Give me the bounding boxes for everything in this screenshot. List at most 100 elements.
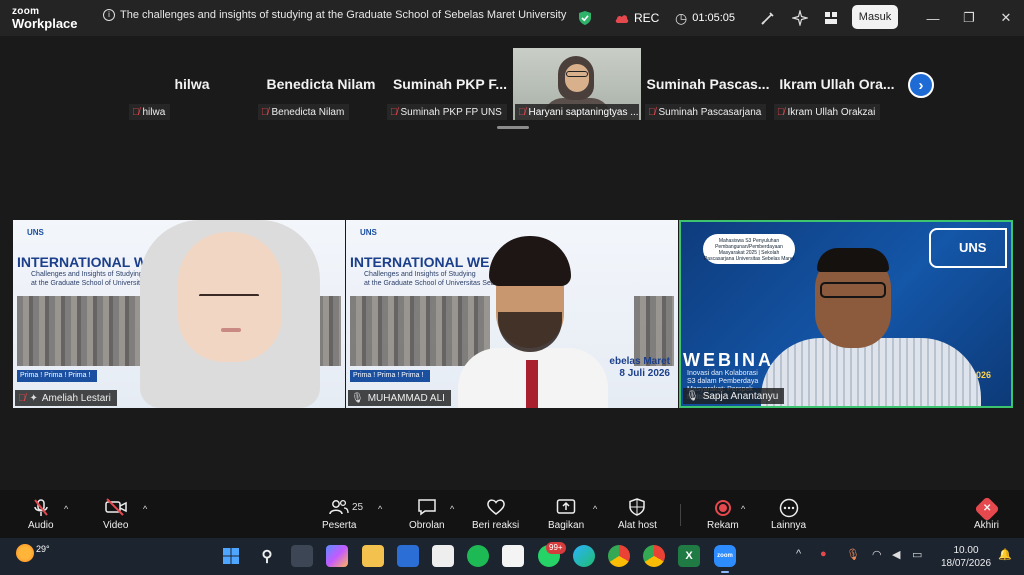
participant-tile[interactable]: Suminah Pascas... 🎙̸ Suminah Pascasarjana (643, 48, 773, 120)
recording-indicator[interactable]: REC (614, 0, 659, 36)
mic-tray-icon[interactable]: 🎙 (846, 548, 860, 561)
info-icon[interactable]: i (103, 9, 115, 21)
encryption-shield-icon[interactable] (578, 0, 592, 36)
copilot-icon[interactable] (326, 545, 348, 567)
start-icon[interactable] (220, 545, 242, 567)
video-tile[interactable]: UNS INTERNATIONAL WE Challenges and Insi… (346, 220, 678, 408)
audio-options-chevron-icon[interactable]: ^ (64, 504, 68, 514)
video-options-chevron-icon[interactable]: ^ (143, 504, 147, 514)
chrome-profile-icon[interactable] (643, 545, 665, 567)
rec-label: REC (634, 11, 660, 25)
mic-muted-icon: 🎙̸ (390, 106, 398, 118)
participant-tile[interactable]: Ikram Ullah Ora... 🎙̸ Ikram Ullah Orakzai (772, 48, 902, 120)
sparkle-ai-icon[interactable] (792, 0, 808, 36)
pin-icon: ✦ (29, 392, 38, 404)
share-screen-icon (556, 498, 576, 520)
participant-tile[interactable]: Suminah PKP F... 🎙̸ Suminah PKP FP UNS (385, 48, 515, 120)
video-tile-active-speaker[interactable]: Mahasiswa S3 Penyuluhan Pembangunan/Pemb… (679, 220, 1013, 408)
slide-photo (350, 296, 490, 366)
excel-icon[interactable]: X (678, 545, 700, 567)
file-explorer-icon[interactable] (362, 545, 384, 567)
tray-overflow-chevron-icon[interactable]: ^ (796, 548, 801, 560)
tray-app-icon[interactable]: ● (820, 548, 827, 560)
edge-icon[interactable] (573, 545, 595, 567)
minimize-icon[interactable]: — (915, 0, 951, 36)
weather-widget[interactable]: 29° (16, 544, 50, 562)
chrome-icon[interactable] (608, 545, 630, 567)
host-tools-label: Alat host (618, 520, 657, 531)
notepad-icon[interactable] (432, 545, 454, 567)
camera-off-icon (104, 498, 127, 520)
slide-subtitle-line1: Challenges and Insights of Studying (364, 271, 476, 278)
notification-badge: 99+ (546, 542, 566, 554)
uns-logo: UNS (27, 228, 44, 237)
slide-title: WEBINA (683, 350, 774, 370)
participant-tag: 🎙̸ Ikram Ullah Orakzai (774, 104, 881, 120)
annotate-icon[interactable] (760, 0, 776, 36)
clock-icon: ◷ (675, 9, 688, 26)
share-button[interactable]: Bagikan (548, 498, 584, 534)
participants-options-chevron-icon[interactable]: ^ (378, 504, 382, 514)
restore-icon[interactable]: ❐ (951, 0, 987, 36)
slide-subtitle: Challenges and Insights of Studying at th… (364, 270, 499, 288)
video-name-label: 🎙 MUHAMMAD ALI (348, 390, 451, 406)
video-tile[interactable]: UNS INTERNATIONAL WE Challenges and Insi… (13, 220, 345, 408)
share-label: Bagikan (548, 520, 585, 531)
people-icon (329, 498, 349, 520)
participant-tile[interactable]: hilwa 🎙̸ hilwa (127, 48, 257, 120)
share-options-chevron-icon[interactable]: ^ (593, 504, 597, 514)
record-icon (714, 498, 731, 520)
cloud-record-icon (615, 15, 629, 23)
participant-video[interactable]: 🎙̸ Haryani saptaningtyas ... (513, 48, 641, 120)
end-meeting-button[interactable]: ✕ Akhiri (973, 496, 1000, 534)
participant-tag-label: Suminah PKP FP UNS (400, 106, 502, 118)
participant-tile[interactable]: Benedicta Nilam 🎙̸ Benedicta Nilam (256, 48, 386, 120)
store-icon[interactable] (502, 545, 524, 567)
participant-name: hilwa (174, 76, 210, 92)
participant-tag-label: Haryani saptaningtyas ... (528, 106, 639, 118)
participant-tag-label: Ikram Ullah Orakzai (787, 106, 876, 118)
shield-icon (629, 498, 646, 520)
chat-options-chevron-icon[interactable]: ^ (450, 504, 454, 514)
audio-button[interactable]: Audio (28, 498, 54, 534)
video-button[interactable]: Video (103, 498, 128, 534)
battery-icon[interactable]: ▭ (912, 548, 922, 561)
mic-muted-icon: 🎙̸ (777, 106, 785, 118)
record-options-chevron-icon[interactable]: ^ (741, 504, 745, 514)
host-tools-button[interactable]: Alat host (618, 498, 657, 534)
close-icon[interactable]: ✕ (988, 0, 1024, 36)
slide-title: INTERNATIONAL WE (17, 254, 157, 270)
toolbar-divider (680, 504, 681, 526)
end-icon: ✕ (973, 496, 1000, 522)
participant-name: Benedicta Nilam (266, 76, 376, 92)
volume-icon[interactable]: ◀ (892, 548, 900, 561)
participant-tag: 🎙̸ Benedicta Nilam (258, 104, 350, 120)
participant-name: Suminah PKP F... (392, 76, 508, 92)
search-icon[interactable]: ⚲ (256, 545, 278, 567)
participant-name: Sapja Anantanyu (702, 390, 779, 402)
heart-icon (486, 498, 506, 520)
record-button[interactable]: Rekam (707, 498, 739, 534)
participant-tag: 🎙̸ Suminah PKP FP UNS (387, 104, 507, 120)
task-view-icon[interactable] (291, 545, 313, 567)
wifi-icon[interactable]: ◠ (872, 548, 882, 561)
notification-icon[interactable]: 🔔 (998, 548, 1012, 561)
meeting-title: The challenges and insights of studying … (120, 9, 567, 21)
slide-date-line1: ebelas Maret (609, 356, 670, 367)
more-button[interactable]: Lainnya (771, 498, 806, 534)
meeting-info[interactable]: i The challenges and insights of studyin… (103, 9, 566, 21)
zoom-app-icon[interactable]: zoom (714, 545, 736, 573)
view-grid-icon[interactable] (824, 0, 838, 36)
meeting-timer: ◷ 01:05:05 (675, 0, 735, 36)
app-icon[interactable] (397, 545, 419, 567)
record-label: Rekam (707, 520, 739, 531)
react-label: Beri reaksi (472, 520, 520, 531)
sign-in-button[interactable]: Masuk (852, 5, 898, 29)
system-clock[interactable]: 10.00 18/07/2026 (940, 544, 992, 570)
spotify-icon[interactable] (467, 545, 489, 567)
next-page-icon[interactable]: › (908, 72, 934, 98)
clock-time: 10.00 (953, 545, 979, 556)
strip-scroll-indicator[interactable] (497, 126, 529, 129)
chat-button[interactable]: Obrolan (409, 498, 445, 534)
react-button[interactable]: Beri reaksi (472, 498, 519, 534)
